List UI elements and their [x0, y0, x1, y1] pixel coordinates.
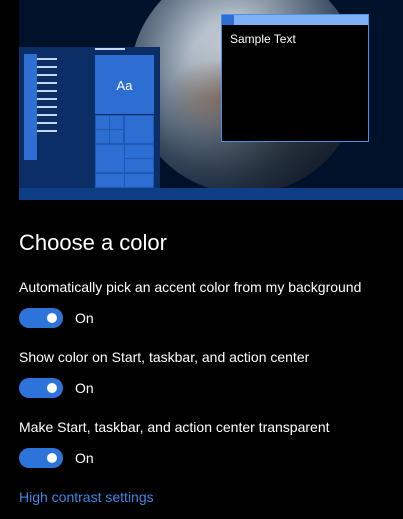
start-tile-grid: [95, 115, 154, 188]
auto-accent-label: Automatically pick an accent color from …: [19, 279, 362, 295]
start-side-icons: [24, 54, 37, 160]
section-heading: Choose a color: [19, 230, 167, 255]
show-color-label: Show color on Start, taskbar, and action…: [19, 349, 310, 365]
show-color-toggle[interactable]: [19, 378, 63, 398]
toggle-knob: [47, 383, 57, 393]
show-color-state: On: [75, 380, 94, 396]
window-title-bar: [222, 15, 368, 25]
transparency-label: Make Start, taskbar, and action center t…: [19, 419, 330, 435]
sample-text: Sample Text: [230, 32, 296, 46]
auto-accent-toggle[interactable]: [19, 308, 63, 328]
start-header-line: [95, 48, 125, 50]
start-app-list: [37, 54, 57, 138]
toggle-knob: [47, 453, 57, 463]
high-contrast-link[interactable]: High contrast settings: [19, 489, 154, 505]
sample-window-preview: Sample Text: [221, 14, 369, 142]
tile-label: Aa: [116, 78, 133, 93]
transparency-toggle[interactable]: [19, 448, 63, 468]
toggle-knob: [47, 313, 57, 323]
taskbar-preview: [19, 188, 403, 200]
auto-accent-state: On: [75, 310, 94, 326]
transparency-state: On: [75, 450, 94, 466]
theme-preview: Aa Sample Text: [0, 0, 403, 200]
